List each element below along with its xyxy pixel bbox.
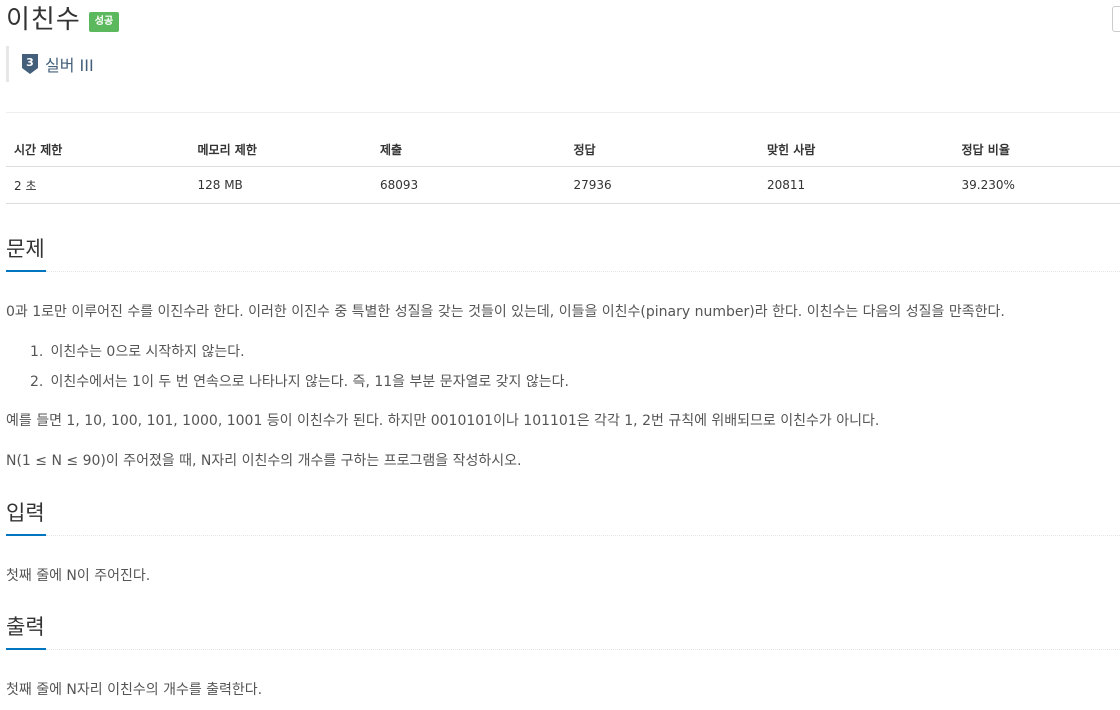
tier-number: 3 [26,56,34,69]
rule-number: 2. [30,374,44,390]
output-heading: 출력 [6,615,45,639]
list-item: 2. 이친수에서는 1이 두 번 연속으로 나타나지 않는다. 즉, 11을 부… [30,372,569,402]
submissions-value: 68093 [371,166,566,204]
input-text: 첫째 줄에 N이 주어진다. [6,568,151,584]
title-row: 이친수 성공 [6,0,120,40]
rule-number: 1. [30,344,44,360]
rules-list: 1. 이친수는 0으로 시작하지 않는다. 2. 이친수에서는 1이 두 번 연… [30,342,569,402]
description-task: N(1 ≤ N ≤ 90)이 주어졌을 때, N자리 이친수의 개수를 구하는 … [6,453,522,469]
tier-badge-icon: 3 [22,54,38,74]
status-badge: 성공 [88,12,120,32]
rule-text: 이친수는 0으로 시작하지 않는다. [50,344,245,360]
problem-info-table: 시간 제한 메모리 제한 제출 정답 맞힌 사람 정답 비율 2 초 128 M… [6,132,1120,204]
description-heading-underline [6,270,46,272]
input-heading-underline [6,534,46,536]
tier-name: 실버 III [45,56,94,75]
ratio-value: 39.230% [953,166,1120,204]
time-limit-value: 2 초 [6,166,190,204]
solvers-value: 20811 [759,166,954,204]
header-accepted: 정답 [565,132,759,167]
tier-block: 3 실버 III [6,46,94,82]
input-heading: 입력 [6,501,45,525]
header-time-limit: 시간 제한 [6,132,190,167]
table-header-row: 시간 제한 메모리 제한 제출 정답 맞힌 사람 정답 비율 [6,132,1120,167]
description-heading-rule [46,271,1120,272]
output-heading-rule [46,649,1120,650]
list-item: 1. 이친수는 0으로 시작하지 않는다. [30,342,569,372]
header-submissions: 제출 [371,132,566,167]
header-solvers: 맞힌 사람 [759,132,954,167]
problem-page: 이친수 성공 3 실버 III 시간 제한 메모리 제한 제출 정답 맞힌 사람… [0,0,1120,710]
description-example: 예를 들면 1, 10, 100, 101, 1000, 1001 등이 이친수… [6,413,880,429]
description-intro: 0과 1로만 이루어진 수를 이진수라 한다. 이러한 이진수 중 특별한 성질… [6,304,1005,320]
header-memory-limit: 메모리 제한 [189,132,372,167]
memory-limit-value: 128 MB [189,166,372,204]
menu-toggle-button[interactable] [1112,6,1120,32]
output-heading-underline [6,648,46,650]
problem-title: 이친수 [6,5,81,35]
input-heading-rule [46,535,1120,536]
header-divider [6,112,1120,113]
output-text: 첫째 줄에 N자리 이친수의 개수를 출력한다. [6,682,263,698]
header-ratio: 정답 비율 [953,132,1120,167]
accepted-value: 27936 [565,166,759,204]
description-heading: 문제 [6,237,45,261]
rule-text: 이친수에서는 1이 두 번 연속으로 나타나지 않는다. 즉, 11을 부분 문… [50,374,569,390]
table-row: 2 초 128 MB 68093 27936 20811 39.230% [6,166,1120,204]
